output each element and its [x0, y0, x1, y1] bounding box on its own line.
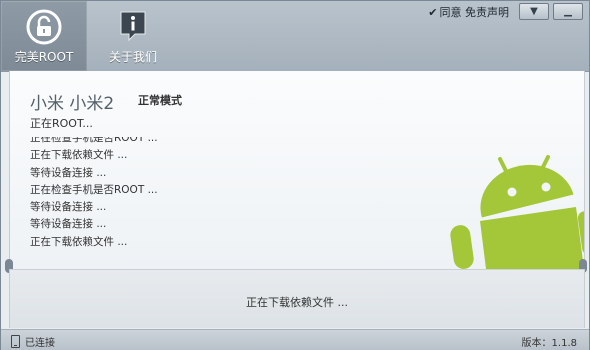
status-bar: 已连接 版本：1.1.8 [1, 329, 589, 350]
log-line: 等待设备连接 ... [30, 166, 107, 179]
app-window: 完美ROOT 关于我们 ✔ 同意 免责声明 ▼ ▁ 小米 小米2 正常模式 正在R… [0, 0, 590, 350]
info-icon [118, 9, 148, 46]
disclaimer-link[interactable]: 免责声明 [465, 6, 509, 19]
log-line: 等待设备连接 ... [30, 201, 107, 214]
progress-panel: 正在下载依赖文件 ... [9, 269, 585, 328]
log-list[interactable]: 正在检查手机是否ROOT ... 正在下载依赖文件 ... 等待设备连接 ...… [30, 137, 290, 257]
minimize-button[interactable]: ▁ [553, 3, 583, 20]
android-icon [440, 151, 584, 269]
about-us-button[interactable]: 关于我们 [93, 1, 173, 71]
toolbar: 完美ROOT 关于我们 ✔ 同意 免责声明 ▼ ▁ [1, 1, 589, 72]
connection-label: 已连接 [25, 338, 55, 349]
window-controls: ▼ ▁ [519, 3, 583, 20]
menu-button[interactable]: ▼ [519, 3, 549, 20]
version-label: 版本：1.1.8 [521, 338, 577, 349]
unlock-icon [26, 9, 62, 48]
log-line: 正在下载依赖文件 ... [30, 235, 128, 248]
disclaimer-agreement[interactable]: ✔ 同意 免责声明 [428, 4, 509, 20]
check-icon: ✔ [428, 6, 438, 19]
root-status: 正在ROOT... [30, 117, 93, 130]
device-mode: 正常模式 [138, 94, 182, 107]
perfect-root-button[interactable]: 完美ROOT [1, 1, 87, 71]
log-line: 正在下载依赖文件 ... [30, 149, 128, 162]
log-line: 正在检查手机是否ROOT ... [30, 137, 158, 144]
log-line: 正在检查手机是否ROOT ... [30, 183, 158, 196]
about-us-label: 关于我们 [108, 50, 157, 64]
log-line: 等待设备连接 ... [30, 218, 107, 231]
agree-label: 同意 [439, 6, 462, 19]
main-panel: 小米 小米2 正常模式 正在ROOT... 正在检查手机是否ROOT ... 正… [9, 71, 585, 269]
perfect-root-label: 完美ROOT [14, 50, 74, 64]
connection-status: 已连接 [11, 334, 55, 349]
phone-icon [11, 335, 20, 348]
progress-text: 正在下载依赖文件 ... [246, 296, 348, 309]
device-name: 小米 小米2 [30, 94, 115, 114]
